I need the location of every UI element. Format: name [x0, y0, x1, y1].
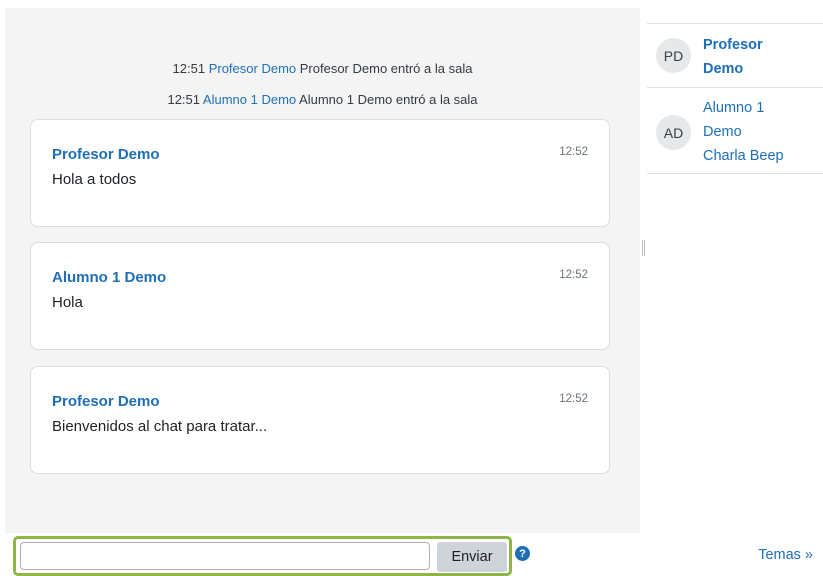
user-name-line: Profesor — [703, 37, 763, 53]
message-author: Alumno 1 Demo — [52, 269, 167, 286]
system-message-user[interactable]: Profesor Demo — [209, 61, 296, 76]
message-composer: Enviar ? Temas » — [0, 533, 823, 576]
message-text: Hola — [52, 294, 83, 311]
users-list: PD Profesor Demo AD Alumno 1 Demo Charla… — [647, 23, 823, 174]
user-list-item[interactable]: PD Profesor Demo — [647, 23, 823, 87]
system-message-text: Alumno 1 Demo entró a la sala — [299, 92, 478, 107]
message-text: Hola a todos — [52, 171, 137, 188]
message-time: 12:52 — [559, 269, 588, 281]
panel-resize-handle[interactable] — [642, 240, 645, 256]
system-message-user[interactable]: Alumno 1 Demo — [203, 92, 296, 107]
system-message-time: 12:51 — [167, 92, 201, 107]
system-message-time: 12:51 — [172, 61, 206, 76]
beep-link[interactable]: Charla Beep — [703, 144, 813, 168]
user-name-line: Demo — [703, 124, 742, 140]
chat-message: Alumno 1 Demo 12:52 Hola — [30, 242, 610, 350]
message-author: Profesor Demo — [52, 146, 160, 163]
message-input[interactable] — [20, 542, 430, 570]
question-circle-icon[interactable]: ? — [515, 546, 530, 561]
avatar: AD — [656, 115, 691, 150]
user-name[interactable]: Alumno 1 Demo Charla Beep — [703, 96, 813, 168]
user-list-item[interactable]: AD Alumno 1 Demo Charla Beep — [647, 87, 823, 174]
message-time: 12:52 — [559, 393, 588, 405]
system-message-text: Profesor Demo entró a la sala — [299, 61, 473, 76]
user-name[interactable]: Profesor Demo — [703, 33, 813, 81]
message-time: 12:52 — [559, 146, 588, 158]
chat-message: Profesor Demo 12:52 Hola a todos — [30, 119, 610, 227]
user-name-line: Alumno 1 — [703, 100, 765, 116]
message-author: Profesor Demo — [52, 393, 160, 410]
themes-link[interactable]: Temas » — [758, 547, 813, 563]
message-text: Bienvenidos al chat para tratar... — [52, 418, 268, 435]
chat-message: Profesor Demo 12:52 Bienvenidos al chat … — [30, 366, 610, 474]
composer-focus-box: Enviar — [13, 536, 512, 576]
chat-messages-area: 12:51 Profesor Demo Profesor Demo entró … — [5, 8, 640, 533]
avatar: PD — [656, 38, 691, 73]
system-message: 12:51 Profesor Demo Profesor Demo entró … — [5, 61, 640, 76]
user-name-line: Demo — [703, 61, 744, 77]
send-button[interactable]: Enviar — [437, 542, 507, 572]
system-message: 12:51 Alumno 1 Demo Alumno 1 Demo entró … — [5, 92, 640, 107]
